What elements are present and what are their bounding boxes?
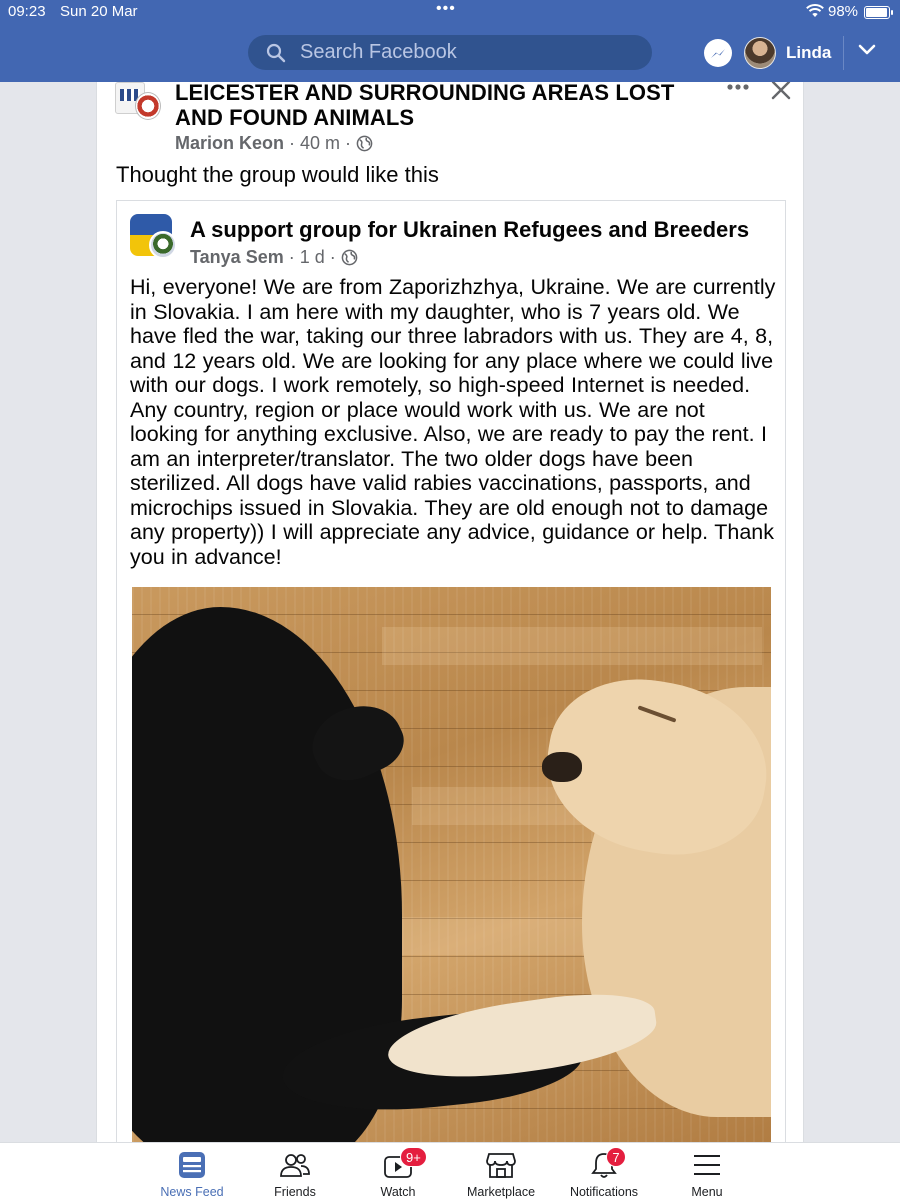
post-time[interactable]: 40 m [300,133,340,153]
watch-badge: 9+ [400,1147,427,1167]
top-bar: 09:23 Sun 20 Mar ••• 98% Linda [0,0,900,82]
more-options-icon[interactable] [727,82,749,92]
post-caption: Thought the group would like this [116,162,439,187]
tab-label: Notifications [569,1185,639,1199]
notifications-badge: 7 [606,1147,626,1167]
battery-icon [864,6,893,19]
multitasking-dots-icon[interactable]: ••• [436,0,456,18]
bottom-tab-bar: News Feed Friends 9+ Watch Marketplace 7… [0,1142,900,1200]
globe-icon [356,135,373,152]
yellow-labrador-nose [542,752,582,782]
tab-label: Watch [380,1185,416,1199]
user-name[interactable]: Linda [786,43,831,63]
meta-separator: · [288,247,295,267]
post-photo-dogs[interactable] [132,587,771,1142]
tab-marketplace[interactable]: Marketplace [449,1143,553,1200]
tab-watch[interactable]: 9+ Watch [346,1143,450,1200]
globe-icon [341,249,358,266]
close-icon[interactable] [771,82,791,100]
shared-group-avatar[interactable] [130,214,177,259]
search-icon [266,43,286,63]
tab-label: News Feed [160,1185,224,1199]
tab-notifications[interactable]: 7 Notifications [552,1143,656,1200]
group-name-link[interactable]: LEICESTER AND SURROUNDING AREAS LOST AND… [175,82,715,130]
wifi-icon [806,4,824,17]
shared-post-meta: Tanya Sem · 1 d · [190,247,358,268]
header-divider [843,36,844,70]
news-feed-icon [179,1152,205,1178]
group-profile-image [135,92,161,120]
tab-label: Friends [274,1185,316,1199]
search-input[interactable] [300,35,640,70]
tab-menu[interactable]: Menu [655,1143,759,1200]
post-meta: Marion Keon · 40 m · [175,133,373,154]
tab-label: Marketplace [466,1185,536,1199]
floor-plank [382,627,762,665]
shared-author-link[interactable]: Tanya Sem [190,247,284,267]
meta-separator: · [289,133,296,153]
post-author-link[interactable]: Marion Keon [175,133,284,153]
marketplace-icon [486,1153,516,1178]
shared-group-name-link[interactable]: A support group for Ukrainen Refugees an… [190,217,749,243]
post-card: LEICESTER AND SURROUNDING AREAS LOST AND… [96,82,804,1142]
user-avatar[interactable] [744,37,776,69]
shared-post[interactable]: A support group for Ukrainen Refugees an… [116,200,786,1142]
shared-author-avatar [149,231,177,259]
shared-post-text: Hi, everyone! We are from Zaporizhzhya, … [130,275,776,569]
meta-separator: · [329,247,336,267]
tab-friends[interactable]: Friends [243,1143,347,1200]
shared-post-time[interactable]: 1 d [300,247,325,267]
tab-label: Menu [691,1185,723,1199]
search-bar[interactable] [248,35,652,70]
status-bar: 09:23 Sun 20 Mar ••• 98% [0,0,900,21]
group-avatar[interactable] [115,82,161,120]
chevron-down-icon[interactable] [858,44,876,56]
tab-news-feed[interactable]: News Feed [140,1143,244,1200]
menu-icon [694,1155,720,1175]
battery-fill [866,8,887,17]
messenger-icon[interactable] [704,39,732,67]
battery-percent: 98% [828,3,859,20]
status-time: 09:23 [8,3,46,20]
meta-separator: · [345,133,352,153]
status-date: Sun 20 Mar [60,3,138,20]
friends-icon [280,1154,310,1177]
